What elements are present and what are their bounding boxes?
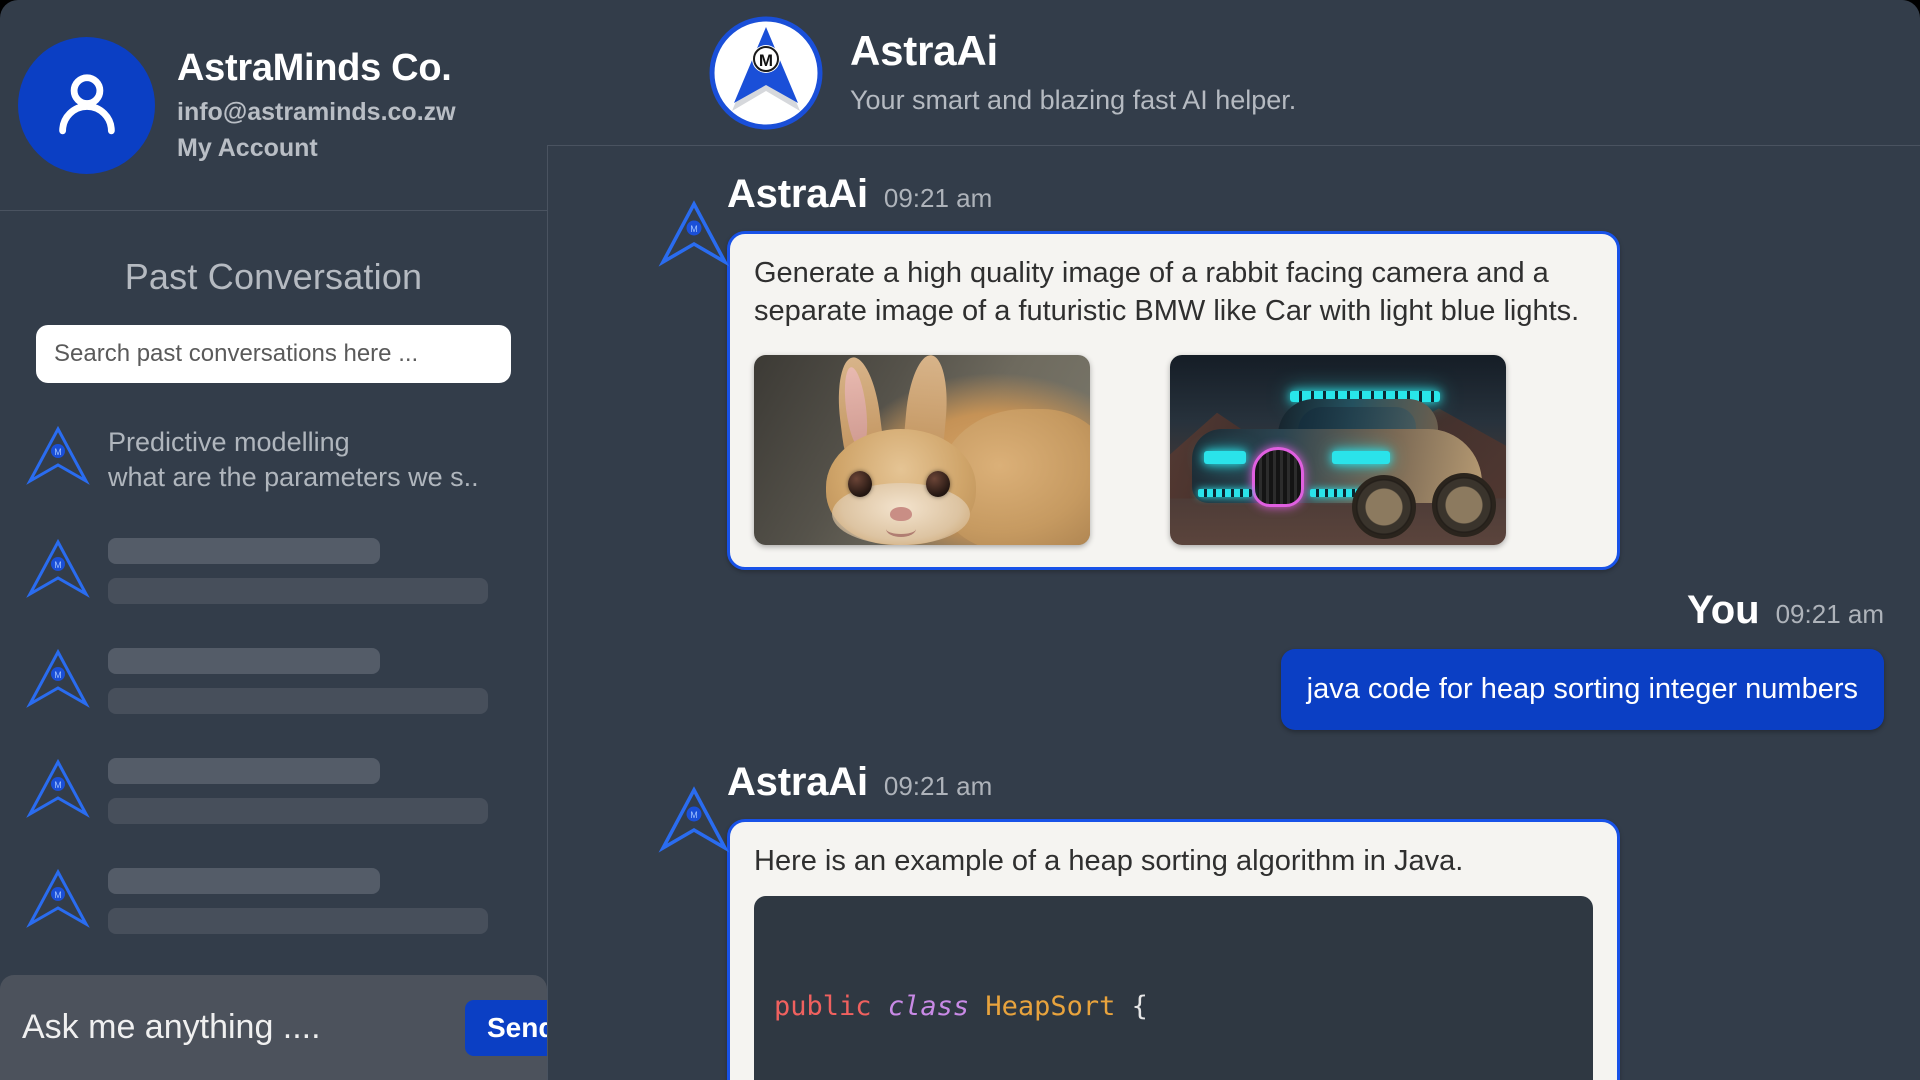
message-meta: AstraAi 09:21 am (727, 172, 1620, 217)
list-item-body (108, 646, 517, 715)
past-conversation-title: Past Conversation (124, 256, 423, 297)
skeleton-bar (108, 538, 380, 565)
account-name: AstraMinds Co. (177, 47, 452, 90)
skeleton-bar (108, 908, 488, 935)
svg-text:M: M (54, 780, 62, 790)
skeleton-bar (108, 798, 488, 825)
astra-arrow-icon: M (24, 868, 92, 930)
message-bot-1: M AstraAi 09:21 am Generate a high quali… (547, 172, 1920, 570)
message-time: 09:21 am (1775, 598, 1884, 629)
list-item[interactable]: M (24, 646, 517, 715)
svg-text:M: M (690, 224, 698, 234)
conversation-snippet: what are the parameters we s.. (108, 461, 479, 492)
skeleton-bar (108, 758, 380, 785)
code-line: public class HeapSort { (774, 991, 1148, 1023)
astra-arrow-icon: M (24, 648, 92, 710)
brand-text: AstraAi Your smart and blazing fast AI h… (850, 28, 1296, 117)
astra-arrow-icon: M (24, 758, 92, 820)
message-bot-2: M AstraAi 09:21 am Here is an example of… (547, 760, 1920, 1080)
message-images (754, 354, 1593, 545)
chat-area[interactable]: M AstraAi 09:21 am Generate a high quali… (547, 146, 1920, 1080)
message-sender: You (1687, 587, 1760, 632)
user-avatar-icon (58, 74, 115, 135)
composer-bar: Send (0, 975, 578, 1080)
chat-application: AstraMinds Co. info@astraminds.co.zw My … (0, 0, 1920, 1080)
skeleton-bar (108, 868, 380, 895)
astra-arrow-icon: M (24, 538, 92, 600)
message-text: Generate a high quality image of a rabbi… (754, 257, 1580, 328)
futuristic-car-image[interactable] (1170, 354, 1506, 545)
list-item-body: Predictive modelling what are the parame… (108, 423, 517, 494)
svg-text:M: M (54, 890, 62, 900)
account-email: info@astraminds.co.zw (177, 97, 456, 126)
avatar (18, 36, 155, 174)
message-meta: You 09:21 am (1687, 588, 1884, 633)
conversation-title: Predictive modelling (108, 427, 350, 457)
my-account-link[interactable]: My Account (177, 133, 456, 163)
astra-arrow-icon: M (657, 785, 731, 854)
astra-logo-icon: M (708, 15, 824, 131)
list-item-body (108, 536, 517, 605)
code-block[interactable]: public class HeapSort { │ public static … (754, 895, 1593, 1080)
brand-tagline: Your smart and blazing fast AI helper. (850, 85, 1297, 116)
message-meta: AstraAi 09:21 am (727, 760, 1620, 805)
list-item[interactable]: M (24, 866, 517, 935)
message-sender: AstraAi (727, 759, 868, 804)
list-item-body (108, 756, 517, 825)
skeleton-bar (108, 688, 488, 715)
svg-text:M: M (54, 560, 62, 570)
message-input[interactable] (22, 1008, 465, 1047)
search-input[interactable] (36, 325, 511, 383)
sidebar: AstraMinds Co. info@astraminds.co.zw My … (0, 0, 578, 1080)
svg-text:M: M (759, 51, 773, 70)
skeleton-bar (108, 648, 380, 675)
account-text: AstraMinds Co. info@astraminds.co.zw My … (177, 47, 456, 163)
skeleton-bar (108, 578, 488, 605)
message-bubble: java code for heap sorting integer numbe… (1280, 648, 1884, 730)
main-panel: M AstraAi Your smart and blazing fast AI… (547, 0, 1920, 1080)
list-item[interactable]: M Predictive modelling what are the para… (24, 423, 517, 494)
message-bubble: Here is an example of a heap sorting alg… (727, 818, 1620, 1080)
main-header: M AstraAi Your smart and blazing fast AI… (547, 0, 1920, 146)
list-item-body (108, 866, 517, 935)
message-sender: AstraAi (727, 172, 868, 216)
message-text: Here is an example of a heap sorting alg… (754, 844, 1464, 877)
message-bubble: Generate a high quality image of a rabbi… (727, 231, 1620, 570)
page-title: AstraAi (850, 27, 998, 75)
astra-arrow-icon: M (24, 425, 92, 487)
rabbit-image[interactable] (754, 354, 1090, 545)
message-time: 09:21 am (883, 183, 993, 213)
message-user-1: You 09:21 am java code for heap sorting … (547, 588, 1920, 730)
search-wrap (0, 325, 547, 383)
list-item[interactable]: M (24, 536, 517, 605)
svg-text:M: M (54, 670, 62, 680)
account-block[interactable]: AstraMinds Co. info@astraminds.co.zw My … (0, 0, 547, 211)
list-item[interactable]: M (24, 756, 517, 825)
message-time: 09:21 am (883, 770, 993, 801)
astra-arrow-icon: M (657, 200, 731, 268)
svg-text:M: M (54, 447, 62, 457)
svg-text:M: M (690, 810, 698, 820)
